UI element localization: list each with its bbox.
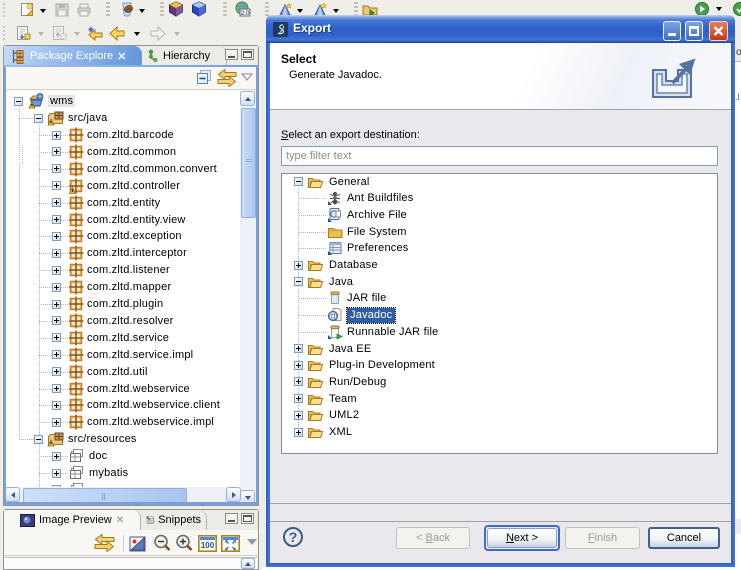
svg-text:100: 100: [201, 541, 215, 550]
svg-text:@: @: [328, 311, 337, 321]
svg-text:2.0: 2.0: [240, 10, 249, 17]
